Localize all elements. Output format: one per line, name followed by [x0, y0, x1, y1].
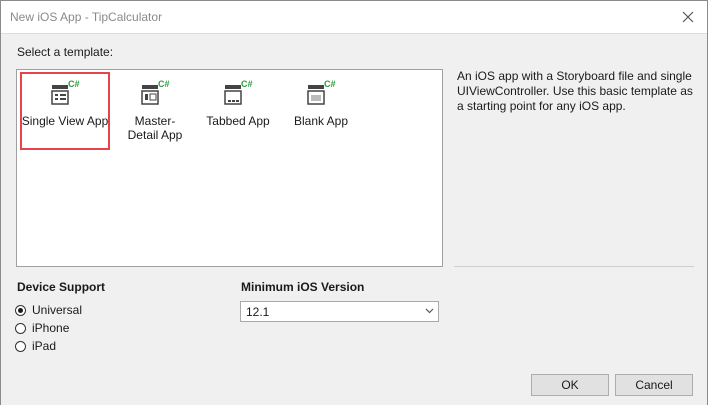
minimum-ios-version-select[interactable]: 12.1	[240, 301, 439, 322]
single-view-app-icon: C#	[51, 79, 80, 105]
radio-button[interactable]	[15, 322, 26, 334]
template-blank-app[interactable]: C# Blank App	[276, 72, 366, 150]
select-value: 12.1	[246, 305, 270, 319]
radio-button[interactable]	[15, 340, 26, 352]
cancel-button[interactable]: Cancel	[615, 374, 693, 396]
svg-text:C#: C#	[324, 79, 336, 89]
svg-text:C#: C#	[68, 79, 80, 89]
radio-ipad[interactable]: iPad	[15, 338, 56, 354]
template-description: An iOS app with a Storyboard file and si…	[457, 69, 693, 113]
template-label: Master-Detail App	[127, 114, 183, 142]
svg-text:C#: C#	[158, 79, 170, 89]
new-ios-app-dialog: New iOS App - TipCalculator Select a tem…	[0, 0, 708, 405]
template-single-view-app[interactable]: C# Single View App	[20, 72, 110, 150]
radio-button[interactable]	[15, 304, 26, 316]
title-bar: New iOS App - TipCalculator	[1, 1, 707, 33]
svg-text:C#: C#	[241, 79, 253, 89]
window-title: New iOS App - TipCalculator	[10, 10, 163, 24]
radio-iphone[interactable]: iPhone	[15, 320, 69, 336]
close-button[interactable]	[675, 5, 701, 29]
dialog-content: Select a template: C# Single View App C#…	[1, 33, 707, 405]
template-label: Blank App	[293, 114, 349, 128]
tabbed-app-icon: C#	[224, 79, 253, 105]
chevron-down-icon	[425, 308, 434, 314]
radio-universal[interactable]: Universal	[15, 302, 82, 318]
master-detail-app-icon: C#	[141, 79, 170, 105]
ok-button[interactable]: OK	[531, 374, 609, 396]
device-support-label: Device Support	[17, 280, 106, 294]
template-list: C# Single View App C# Master-Detail App	[16, 69, 443, 267]
template-tabbed-app[interactable]: C# Tabbed App	[193, 72, 283, 150]
close-icon	[682, 11, 694, 23]
radio-label: iPad	[32, 339, 57, 353]
template-master-detail-app[interactable]: C# Master-Detail App	[110, 72, 200, 150]
template-label: Single View App	[21, 114, 109, 128]
divider	[454, 266, 694, 267]
radio-label: Universal	[32, 303, 83, 317]
select-template-label: Select a template:	[17, 45, 114, 59]
template-label: Tabbed App	[206, 114, 270, 128]
blank-app-icon: C#	[307, 79, 336, 105]
minimum-ios-version-label: Minimum iOS Version	[241, 280, 365, 294]
radio-label: iPhone	[32, 321, 70, 335]
